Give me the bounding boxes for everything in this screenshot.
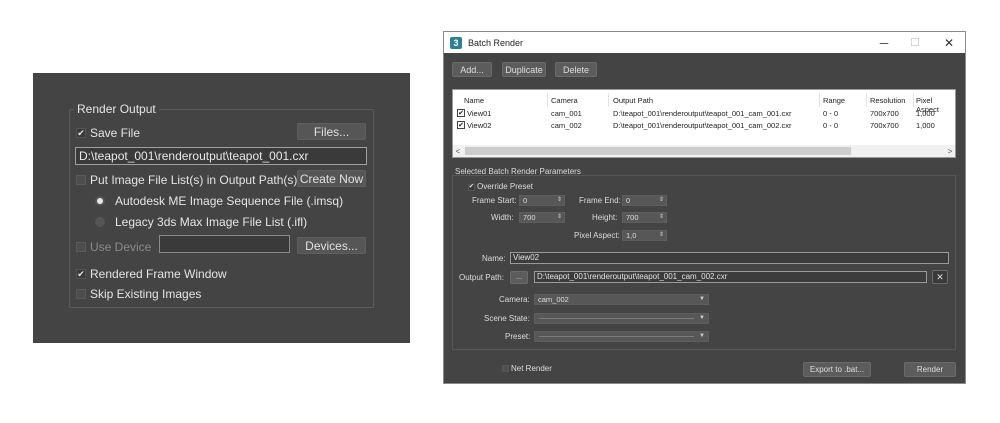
save-file-check-icon[interactable]: ✔ <box>76 128 86 138</box>
column-header-resolution[interactable]: Resolution <box>870 96 905 105</box>
use-device-checkbox[interactable]: Use Device <box>76 240 151 254</box>
width-label: Width: <box>491 213 514 222</box>
minimize-icon[interactable]: ─ <box>868 32 900 53</box>
spinner-arrows-icon[interactable]: ⇕ <box>557 196 562 205</box>
batch-list[interactable]: Name Camera Output Path Range Resolution… <box>452 89 956 158</box>
spinner-arrows-icon[interactable]: ⇕ <box>557 213 562 222</box>
override-preset-label: Override Preset <box>477 182 534 191</box>
height-label: Height: <box>592 213 618 222</box>
render-output-title: Render Output <box>74 102 159 116</box>
chevron-down-icon[interactable]: ▼ <box>699 314 705 323</box>
scene-state-dropdown[interactable]: ▼ <box>534 313 709 324</box>
scene-state-label: Scene State: <box>484 314 530 323</box>
width-spinner[interactable]: 700 ⇕ <box>519 212 565 223</box>
row-1-resolution: 700x700 <box>870 109 899 118</box>
device-field[interactable] <box>159 235 290 253</box>
radio-ifl-label: Legacy 3ds Max Image File List (.ifl) <box>115 215 308 229</box>
devices-button[interactable]: Devices... <box>297 237 366 254</box>
output-path-browse-button[interactable]: ... <box>510 271 528 284</box>
height-spinner[interactable]: 700 ⇕ <box>622 212 667 223</box>
preset-label: Preset: <box>505 332 531 341</box>
spinner-arrows-icon[interactable]: ⇕ <box>659 196 664 205</box>
row-2-checkbox[interactable]: ✔ <box>457 121 465 129</box>
spinner-arrows-icon[interactable]: ⇕ <box>659 213 664 222</box>
rendered-frame-window-label: Rendered Frame Window <box>90 267 227 281</box>
row-1-output-path: D:\teapot_001\renderoutput\teapot_001_ca… <box>613 109 792 118</box>
row-2-output-path: D:\teapot_001\renderoutput\teapot_001_ca… <box>613 121 792 130</box>
frame-end-label: Frame End: <box>579 196 621 205</box>
output-path-field[interactable]: D:\teapot_001\renderoutput\teapot_001.cx… <box>75 147 367 165</box>
skip-existing-check-icon[interactable] <box>76 289 86 299</box>
column-header-name[interactable]: Name <box>464 96 484 105</box>
row-2-name[interactable]: View02 <box>467 121 491 130</box>
use-device-check-icon[interactable] <box>76 242 86 252</box>
row-1-range: 0 - 0 <box>823 109 839 118</box>
row-1-pixel-aspect: 1,000 <box>916 109 935 118</box>
column-header-output-path[interactable]: Output Path <box>613 96 653 105</box>
row-1-name[interactable]: View01 <box>467 109 491 118</box>
frame-start-spinner[interactable]: 0 ⇕ <box>519 195 565 206</box>
radio-imsq[interactable]: Autodesk ME Image Sequence File (.imsq) <box>95 194 343 208</box>
row-2-pixel-aspect: 1,000 <box>916 121 935 130</box>
frame-end-spinner[interactable]: 0 ⇕ <box>622 195 667 206</box>
pixel-aspect-label: Pixel Aspect: <box>574 231 620 240</box>
app-icon: 3 <box>450 36 462 49</box>
title-bar[interactable]: 3 Batch Render ─ ☐ ✕ <box>444 32 965 53</box>
net-render-checkbox[interactable] <box>502 365 509 372</box>
skip-existing-checkbox[interactable]: Skip Existing Images <box>76 287 201 301</box>
close-icon[interactable]: ✕ <box>933 32 965 53</box>
column-header-camera[interactable]: Camera <box>551 96 578 105</box>
chevron-down-icon[interactable]: ▼ <box>699 332 705 341</box>
radio-selected-icon[interactable] <box>95 196 105 206</box>
pixel-aspect-spinner[interactable]: 1,0 ⇕ <box>622 230 667 241</box>
files-button[interactable]: Files... <box>297 123 366 140</box>
row-1-checkbox[interactable]: ✔ <box>457 109 465 117</box>
chevron-down-icon[interactable]: ▼ <box>699 295 705 304</box>
net-render-label: Net Render <box>511 364 552 373</box>
put-image-list-checkbox[interactable]: Put Image File List(s) in Output Path(s) <box>76 173 297 187</box>
row-1-camera: cam_001 <box>551 109 582 118</box>
duplicate-button[interactable]: Duplicate <box>502 62 546 77</box>
window-title: Batch Render <box>468 37 524 48</box>
render-output-panel: Render Output ✔ Save File Files... D:\te… <box>33 73 410 343</box>
camera-dropdown[interactable]: cam_002 ▼ <box>534 294 709 305</box>
create-now-button[interactable]: Create Now <box>297 170 366 187</box>
scrollbar-thumb[interactable] <box>465 147 851 155</box>
name-field[interactable]: View02 <box>510 252 949 264</box>
clear-path-icon[interactable]: ✕ <box>932 270 948 284</box>
radio-imsq-label: Autodesk ME Image Sequence File (.imsq) <box>115 194 344 208</box>
save-file-checkbox[interactable]: ✔ Save File <box>76 126 140 140</box>
name-label: Name: <box>482 254 506 263</box>
spinner-arrows-icon[interactable]: ⇕ <box>659 231 664 240</box>
output-path-label: Output Path: <box>459 273 504 282</box>
override-preset-checkbox[interactable]: ✔ <box>468 184 475 191</box>
column-header-range[interactable]: Range <box>823 96 845 105</box>
row-2-range: 0 - 0 <box>823 121 839 130</box>
horizontal-scrollbar[interactable]: < > <box>453 145 955 157</box>
row-2-resolution: 700x700 <box>870 121 899 130</box>
add-button[interactable]: Add... <box>452 62 492 77</box>
radio-unselected-icon[interactable] <box>95 217 105 227</box>
scroll-left-icon[interactable]: < <box>453 145 463 157</box>
batch-render-window: 3 Batch Render ─ ☐ ✕ Add... Duplicate De… <box>443 31 966 384</box>
camera-label: Camera: <box>499 295 530 304</box>
render-button[interactable]: Render <box>904 362 956 377</box>
radio-ifl[interactable]: Legacy 3ds Max Image File List (.ifl) <box>95 215 307 229</box>
put-image-list-check-icon[interactable] <box>76 175 86 185</box>
save-file-label: Save File <box>90 126 141 140</box>
scroll-right-icon[interactable]: > <box>945 145 955 157</box>
frame-start-label: Frame Start: <box>472 196 517 205</box>
export-to-bat-button[interactable]: Export to .bat... <box>803 362 871 377</box>
output-path-field[interactable]: D:\teapot_001\renderoutput\teapot_001_ca… <box>534 271 927 283</box>
render-output-group: Render Output ✔ Save File Files... D:\te… <box>69 102 374 308</box>
use-device-label: Use Device <box>90 240 152 254</box>
skip-existing-label: Skip Existing Images <box>90 287 202 301</box>
row-2-camera: cam_002 <box>551 121 582 130</box>
rendered-frame-window-checkbox[interactable]: ✔ Rendered Frame Window <box>76 267 227 281</box>
put-image-list-label: Put Image File List(s) in Output Path(s) <box>90 173 298 187</box>
preset-dropdown[interactable]: ▼ <box>534 331 709 342</box>
delete-button[interactable]: Delete <box>555 62 597 77</box>
rendered-frame-window-check-icon[interactable]: ✔ <box>76 269 86 279</box>
maximize-icon[interactable]: ☐ <box>899 32 931 53</box>
